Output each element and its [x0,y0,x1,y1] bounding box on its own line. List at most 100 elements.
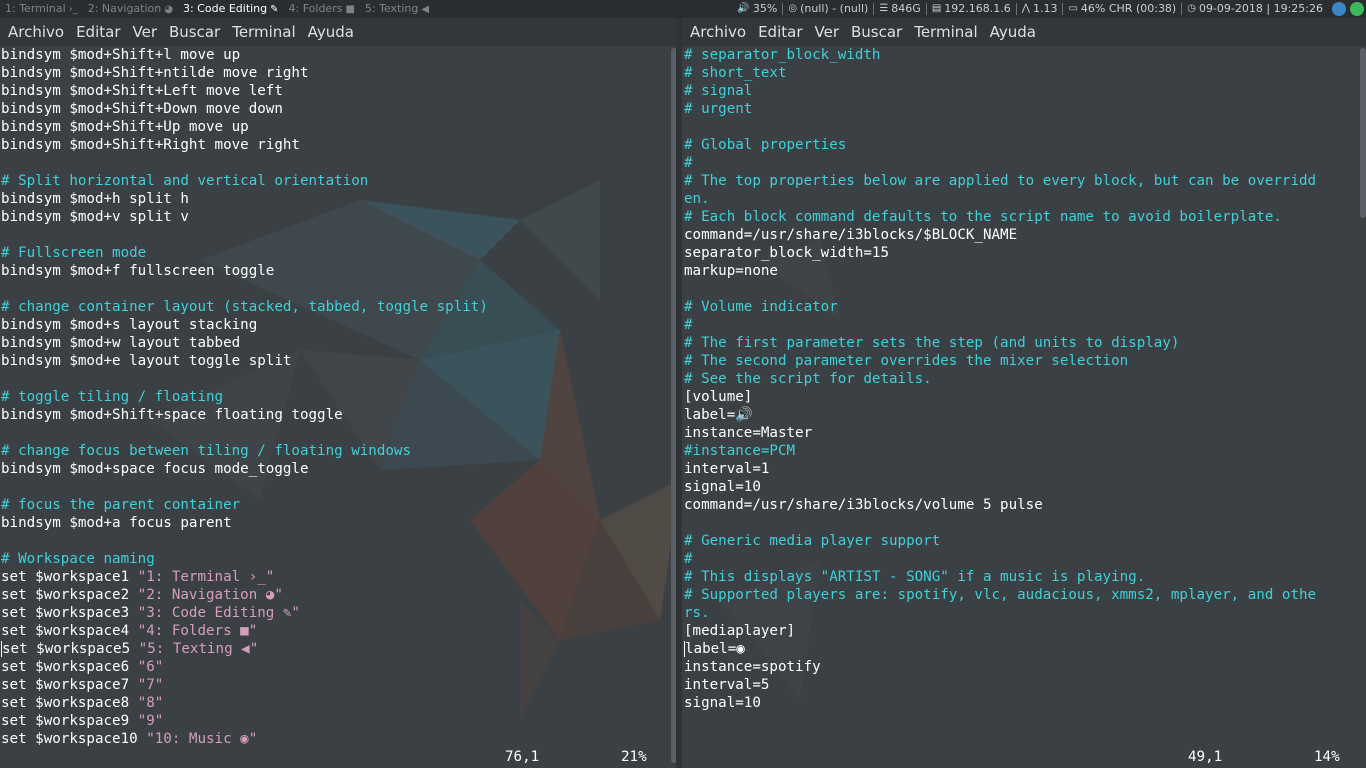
menu-item[interactable]: Archivo [2,23,70,41]
code-text: set $workspace3 [1,605,138,621]
code-comment: # [684,551,693,567]
code-line: bindsym $mod+Shift+l move up [1,46,488,64]
code-text: set $workspace10 [1,731,147,747]
code-line: # The top properties below are applied t… [684,172,1316,190]
whatsapp-icon[interactable] [1350,2,1364,16]
menu-item[interactable]: Editar [752,23,808,41]
menu-item[interactable]: Ver [127,23,164,41]
load-block[interactable]: ⋀ 1.13 [1017,0,1063,18]
code-line: signal=10 [684,478,1316,496]
code-line: bindsym $mod+e layout toggle split [1,352,488,370]
code-line: # The second parameter overrides the mix… [684,352,1316,370]
code-line: # short_text [684,64,1316,82]
workspace-button[interactable]: 5: Texting ◀ [360,0,434,18]
ip-block[interactable]: ▤ 192.168.1.6 [927,0,1016,18]
code-line: set $workspace9 "9" [1,712,488,730]
code-text: bindsym $mod+Shift+Down move down [1,101,283,117]
code-text: interval=1 [684,461,770,477]
code-text: bindsym $mod+Shift+Right move right [1,137,300,153]
workspace-icon: ✎ [270,4,279,15]
code-string: "9" [137,713,164,729]
cursor-position: 49,1 [1188,749,1223,765]
workspace-label: 1: Terminal [5,2,66,15]
code-line: bindsym $mod+a focus parent [1,514,488,532]
workspace-button[interactable]: 3: Code Editing ✎ [178,0,284,18]
code-line: command=/usr/share/i3blocks/volume 5 pul… [684,496,1316,514]
workspace-icon: ■ [345,4,355,15]
code-line: # toggle tiling / floating [1,388,488,406]
code-text: instance=spotify [684,659,821,675]
code-text: bindsym $mod+Shift+Up move up [1,119,249,135]
menu-item[interactable]: Terminal [226,23,301,41]
code-line: # Global properties [684,136,1316,154]
workspace-button[interactable]: 4: Folders ■ [284,0,360,18]
code-comment: # [684,317,693,333]
volume-block[interactable]: 🔊 35% [732,0,782,18]
menu-item[interactable]: Ver [809,23,846,41]
scrollbar[interactable] [1360,48,1366,218]
terminal-left[interactable]: Archivo Editar Ver Buscar Terminal Ayuda bind… [0,18,678,768]
code-line: interval=5 [684,676,1316,694]
code-line: # [684,154,1316,172]
code-text: set $workspace6 [1,659,138,675]
menu-item[interactable]: Buscar [845,23,908,41]
code-line: #instance=PCM [684,442,1316,460]
code-line: label=◉ [684,640,1316,658]
vim-editor-buffer[interactable]: bindsym $mod+Shift+l move up bindsym $mod… [1,46,488,748]
workspace-label: 4: Folders [288,2,343,15]
menu-item[interactable]: Terminal [908,23,983,41]
code-text: signal=10 [684,695,761,711]
workspace-button[interactable]: 2: Navigation ◕ [83,0,178,18]
code-comment: # Generic media player support [684,533,941,549]
code-comment: # focus the parent container [1,497,241,513]
workspace-button[interactable]: 1: Terminal ›_ [0,0,83,18]
code-line: signal=10 [684,694,1316,712]
code-string: "8" [137,695,164,711]
i3-status-bar: 1: Terminal ›_ 2: Navigation ◕ 3: Code Editi… [0,0,1366,18]
code-comment: # The top properties below are applied t… [684,173,1317,189]
terminal-right[interactable]: Archivo Editar Ver Buscar Terminal Ayuda # se… [682,18,1366,768]
scroll-percent: 14% [1314,749,1340,765]
code-line: # Workspace naming [1,550,488,568]
code-line: # separator_block_width [684,46,1316,64]
code-line: set $workspace4 "4: Folders ■" [1,622,488,640]
code-comment: # The second parameter overrides the mix… [684,353,1129,369]
code-line: # Supported players are: spotify, vlc, a… [684,586,1316,604]
code-text: bindsym $mod+s layout stacking [1,317,258,333]
menu-item[interactable]: Archivo [684,23,752,41]
battery-block[interactable]: ▭ 46% CHR (00:38) [1063,0,1181,18]
code-text: set $workspace9 [1,713,138,729]
code-line: [volume] [684,388,1316,406]
code-string: "10: Music ◉" [146,731,258,747]
code-line: set $workspace8 "8" [1,694,488,712]
clock-block[interactable]: ◷ 09-09-2018 | 19:25:26 [1182,0,1328,18]
code-text: bindsym $mod+h split h [1,191,189,207]
menu-item[interactable]: Ayuda [302,23,360,41]
menu-item[interactable]: Editar [70,23,126,41]
network-block[interactable]: ◎ (null) - (null) [783,0,873,18]
code-line: set $workspace1 "1: Terminal ›_" [1,568,488,586]
code-comment: # Fullscreen mode [1,245,147,261]
wifi-icon: ◎ [788,3,798,14]
status-blocks: 🔊 35% ◎ (null) - (null) ☰ 846G ▤ 192.168.1.6… [732,0,1366,18]
tray-app-icon[interactable] [1332,2,1346,16]
code-text: set $workspace8 [1,695,138,711]
code-line: label=🔊 [684,406,1316,424]
menu-item[interactable]: Ayuda [984,23,1042,41]
code-line: set $workspace2 "2: Navigation ◕" [1,586,488,604]
code-comment: # Workspace naming [1,551,155,567]
code-comment: rs. [684,605,710,621]
code-string: "6" [137,659,164,675]
code-text: bindsym $mod+Shift+l move up [1,47,241,63]
menu-item[interactable]: Buscar [163,23,226,41]
disk-block[interactable]: ☰ 846G [874,0,926,18]
speaker-icon: 🔊 [737,3,750,14]
code-comment: # See the script for details. [684,371,932,387]
vim-editor-buffer[interactable]: # separator_block_width # short_text # sig… [684,46,1316,712]
code-line: # focus the parent container [1,496,488,514]
code-text: bindsym $mod+w layout tabbed [1,335,241,351]
